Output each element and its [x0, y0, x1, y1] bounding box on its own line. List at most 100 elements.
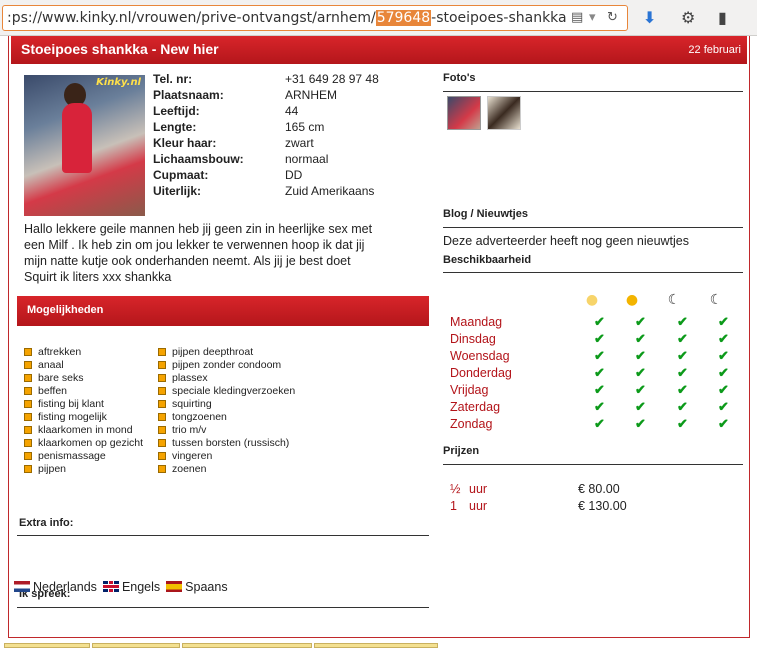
info-row: Uiterlijk: Zuid Amerikaans [153, 184, 379, 200]
bullet-icon [24, 374, 32, 382]
mogelijkheden-heading: Mogelijkheden [27, 304, 104, 316]
price-quantity: 1 [450, 499, 457, 513]
reader-icon[interactable]: ▤ [571, 10, 583, 25]
bullet-icon [158, 439, 166, 447]
price-value: € 130.00 [578, 499, 627, 513]
bullet-icon [24, 400, 32, 408]
list-item: fisting bij klant [24, 398, 143, 411]
profile-photo[interactable]: Kinky.nl [24, 75, 145, 216]
menu-icon[interactable]: ▮ [718, 8, 727, 27]
list-item: speciale kledingverzoeken [158, 385, 295, 398]
extra-info-heading: Extra info: [19, 517, 74, 529]
list-item-label: tussen borsten (russisch) [172, 437, 290, 449]
profile-page: Stoeipoes shankka - New hier 22 februari… [8, 36, 750, 638]
bullet-icon [158, 374, 166, 382]
price-value: € 80.00 [578, 482, 620, 496]
list-item: penismassage [24, 450, 143, 463]
profile-description: Hallo lekkere geile mannen heb jij geen … [24, 222, 373, 284]
bottom-tab[interactable] [4, 643, 90, 648]
day-label: Zaterdag [450, 400, 501, 414]
photos-heading: Foto's [443, 72, 476, 84]
list-item-label: speciale kledingverzoeken [172, 385, 296, 397]
divider [443, 91, 743, 92]
bullet-icon [24, 452, 32, 460]
list-item: fisting mogelijk [24, 411, 143, 424]
mogelijkheden-header: Mogelijkheden [17, 296, 429, 326]
moon-night-icon: ☾ [709, 292, 723, 308]
photo-thumbnail[interactable] [447, 96, 481, 130]
list-item: vingeren [158, 450, 295, 463]
info-value[interactable]: +31 649 28 97 48 [285, 72, 379, 86]
check-icon: ✔ [635, 331, 646, 346]
list-item: squirting [158, 398, 295, 411]
day-label: Woensdag [450, 349, 510, 363]
photo-thumbnail[interactable] [487, 96, 521, 130]
divider [443, 227, 743, 228]
reload-icon[interactable]: ↻ [607, 10, 618, 25]
info-label: Plaatsnaam: [153, 88, 224, 102]
list-item-label: beffen [38, 385, 68, 397]
chevron-down-icon[interactable]: ▾ [589, 10, 596, 25]
info-label: Uiterlijk: [153, 184, 202, 198]
bullet-icon [24, 465, 32, 473]
list-item: pijpen [24, 463, 143, 476]
extension-icon[interactable]: ⚙ [681, 8, 695, 27]
info-value: zwart [285, 136, 314, 150]
language-item: Nederlands [14, 580, 97, 594]
bullet-icon [24, 387, 32, 395]
list-item: beffen [24, 385, 143, 398]
price-unit: uur [469, 499, 488, 513]
list-item-label: pijpen deepthroat [172, 346, 254, 358]
bottom-tab[interactable] [92, 643, 180, 648]
page-title: Stoeipoes shankka - New hier [21, 41, 219, 57]
photo-figure [62, 103, 92, 173]
bullet-icon [158, 400, 166, 408]
profile-header: Stoeipoes shankka - New hier 22 februari [11, 36, 747, 64]
list-item: tongzoenen [158, 411, 295, 424]
day-label: Maandag [450, 315, 503, 329]
list-item: pijpen zonder condoom [158, 359, 295, 372]
divider [443, 464, 743, 465]
info-label: Kleur haar: [153, 136, 217, 150]
profile-info: Tel. nr: +31 649 28 97 48 Plaatsnaam: ARNHE… [153, 72, 379, 200]
bottom-tab-strip [0, 643, 757, 648]
blog-text: Deze adverteerder heeft nog geen nieuwtj… [443, 234, 689, 248]
bullet-icon [158, 413, 166, 421]
check-icon: ✔ [677, 416, 688, 431]
list-item-label: tongzoenen [172, 411, 227, 423]
flag-nl-icon [14, 581, 30, 592]
check-icon: ✔ [677, 399, 688, 414]
bullet-icon [24, 439, 32, 447]
list-item-label: vingeren [172, 450, 213, 462]
list-item: zoenen [158, 463, 295, 476]
info-row: Lichaamsbouw: normaal [153, 152, 379, 168]
check-icon: ✔ [635, 382, 646, 397]
check-icon: ✔ [677, 331, 688, 346]
list-item-label: fisting mogelijk [38, 411, 107, 423]
info-value: normaal [285, 152, 329, 166]
list-item: anaal [24, 359, 143, 372]
availability-row: Woensdag ✔ ✔ ✔ ✔ [450, 348, 750, 366]
bottom-tab[interactable] [182, 643, 312, 648]
list-item-label: zoenen [172, 463, 207, 475]
list-item: plassex [158, 372, 295, 385]
list-item-label: klaarkomen op gezicht [38, 437, 144, 449]
check-icon: ✔ [594, 348, 605, 363]
bottom-tab[interactable] [314, 643, 438, 648]
bullet-icon [24, 348, 32, 356]
info-value: ARNHEM [285, 88, 338, 102]
url-text[interactable]: :ps://www.kinky.nl/vrouwen/prive-ontvang… [7, 10, 567, 26]
info-row: Tel. nr: +31 649 28 97 48 [153, 72, 379, 88]
availability-row: Dinsdag ✔ ✔ ✔ ✔ [450, 331, 750, 349]
address-bar[interactable]: :ps://www.kinky.nl/vrouwen/prive-ontvang… [2, 5, 628, 31]
download-arrow-icon[interactable]: ⬇ [643, 8, 656, 27]
info-value: 165 cm [285, 120, 325, 134]
list-item-label: pijpen [38, 463, 67, 475]
check-icon: ✔ [718, 365, 729, 380]
divider [17, 535, 429, 536]
price-unit: uur [469, 482, 488, 496]
bullet-icon [24, 426, 32, 434]
check-icon: ✔ [594, 399, 605, 414]
price-row: ½ uur € 80.00 [450, 482, 750, 498]
list-item: bare seks [24, 372, 143, 385]
